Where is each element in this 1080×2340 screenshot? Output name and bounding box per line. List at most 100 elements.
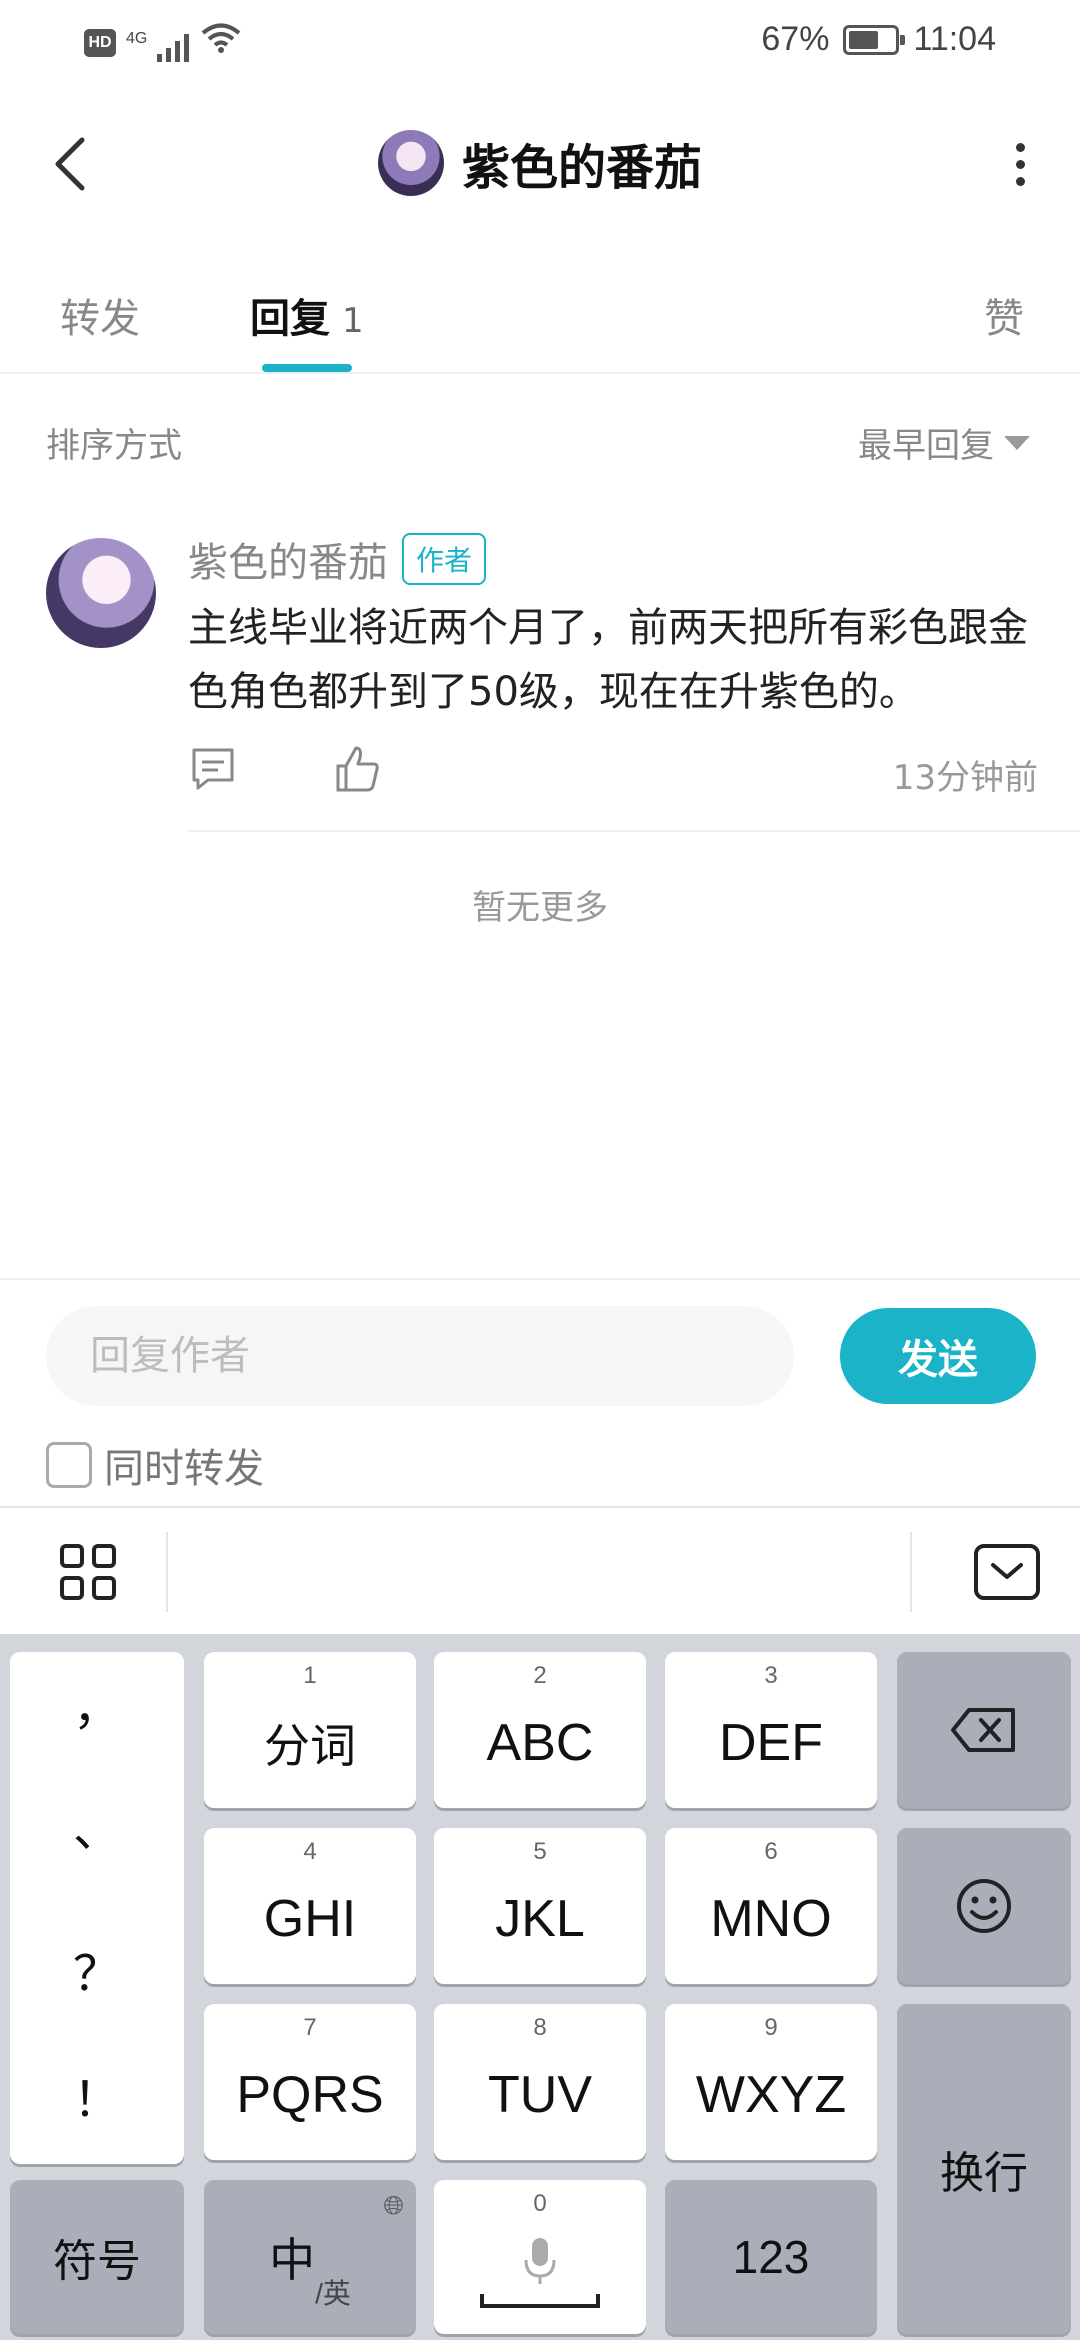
clock: 11:04 (913, 20, 996, 58)
forward-toggle[interactable]: 同时转发 (46, 1436, 264, 1494)
tab-replies[interactable]: 回复 1 (250, 286, 364, 344)
status-left: HD 4G (84, 22, 241, 63)
key-label: JKL (495, 1890, 585, 1948)
key-number: 7 (303, 2014, 317, 2041)
space-key[interactable]: 0 (434, 2180, 646, 2334)
backspace-key[interactable] (897, 1652, 1071, 1808)
page-title: 紫色的番茄 (461, 140, 702, 196)
divider (188, 830, 1080, 832)
status-bar: HD 4G 67% 11:04 (0, 0, 1080, 84)
more-dot (1015, 159, 1025, 169)
key-label: PQRS (236, 2066, 384, 2124)
like-icon[interactable] (332, 744, 382, 794)
key-number: 9 (764, 2014, 778, 2041)
caret-down-icon (1004, 435, 1030, 450)
tab-likes[interactable]: 赞 (984, 286, 1024, 344)
battery-icon (843, 24, 906, 55)
key-label: 分词 (264, 1719, 356, 1773)
status-right: 67% 11:04 (761, 20, 996, 59)
key-9[interactable]: 9 WXYZ (665, 2004, 877, 2160)
comment-text: 主线毕业将近两个月了，前两天把所有彩色跟金色角色都升到了50级，现在在升紫色的。 (188, 605, 1028, 715)
hd-icon: HD (84, 28, 116, 57)
enter-label: 换行 (940, 2148, 1028, 2199)
key-1[interactable]: 1 分词 (204, 1652, 416, 1808)
key-3[interactable]: 3 DEF (665, 1652, 877, 1808)
enter-key[interactable]: 换行 (897, 2004, 1071, 2334)
tab-count: 1 (342, 301, 364, 341)
send-button[interactable]: 发送 (840, 1308, 1036, 1404)
microphone-icon (524, 2238, 556, 2284)
key-label: ABC (486, 1714, 594, 1772)
key-6[interactable]: 6 MNO (665, 1828, 877, 1984)
language-switch-key[interactable]: 🌐︎ 中/英 (204, 2180, 416, 2334)
network-type: 4G (126, 30, 148, 47)
tab-bar: 转发 回复 1 赞 (0, 244, 1080, 374)
tab-label: 赞 (984, 296, 1024, 342)
sort-dropdown[interactable]: 最早回复 (858, 418, 1030, 467)
wifi-icon (201, 22, 241, 63)
key-8[interactable]: 8 TUV (434, 2004, 646, 2160)
key-label: TUV (488, 2066, 592, 2124)
comment-icon[interactable] (188, 744, 238, 794)
key-number: 4 (303, 1838, 317, 1865)
key-4[interactable]: 4 GHI (204, 1828, 416, 1984)
tab-forward[interactable]: 转发 (60, 286, 140, 344)
grid-cell (60, 1544, 84, 1568)
keyboard-toolbar (0, 1506, 1080, 1634)
key-number: 8 (533, 2014, 547, 2041)
numeric-key[interactable]: 123 (665, 2180, 877, 2334)
hide-keyboard-button[interactable] (974, 1544, 1040, 1600)
lang-main-label: 中 (269, 2233, 316, 2287)
tab-indicator (262, 364, 352, 372)
key-5[interactable]: 5 JKL (434, 1828, 646, 1984)
author-badge: 作者 (402, 533, 487, 585)
more-button[interactable] (1000, 134, 1040, 194)
lang-alt-label: /英 (315, 2278, 351, 2309)
signal-icon: 4G (126, 23, 191, 62)
battery-fill (849, 30, 879, 49)
key-label: MNO (710, 1890, 832, 1948)
header-title[interactable]: 紫色的番茄 (0, 128, 1080, 198)
punct-exclaim[interactable]: ！ (10, 2060, 184, 2130)
key-label: WXYZ (695, 2066, 847, 2124)
globe-icon: 🌐︎ (383, 2190, 404, 2220)
grid-cell (92, 1576, 116, 1600)
punct-pause[interactable]: 、 (10, 1790, 184, 1860)
keyboard: ， 、 ？ ！ 1 分词 2 ABC 3 DEF 4 GHI 5 JKL 6 M… (0, 1634, 1080, 2340)
emoji-key[interactable] (897, 1828, 1071, 1984)
key-7[interactable]: 7 PQRS (204, 2004, 416, 2160)
more-vertical-icon (1015, 142, 1025, 152)
chevron-down-icon (991, 1563, 1023, 1579)
sort-row: 排序方式 最早回复 (0, 374, 1080, 500)
avatar[interactable] (46, 538, 156, 648)
punctuation-column[interactable]: ， 、 ？ ！ (10, 1652, 184, 2164)
key-2[interactable]: 2 ABC (434, 1652, 646, 1808)
more-dot (1015, 176, 1025, 186)
toolbar-divider (910, 1532, 912, 1612)
comment-header: 紫色的番茄 作者 (188, 530, 487, 588)
toolbar-divider (166, 1532, 168, 1612)
grid-menu-icon[interactable] (60, 1544, 116, 1600)
key-label: DEF (719, 1714, 823, 1772)
grid-cell (60, 1576, 84, 1600)
backspace-icon (951, 1708, 1015, 1752)
sort-value: 最早回复 (858, 426, 994, 466)
key-number: 6 (764, 1838, 778, 1865)
comment-author[interactable]: 紫色的番茄 (188, 530, 388, 588)
header-avatar[interactable] (377, 130, 444, 196)
reply-input[interactable] (46, 1306, 794, 1406)
punct-question[interactable]: ？ (10, 1934, 184, 2004)
key-number: 5 (533, 1838, 547, 1865)
key-number: 2 (533, 1662, 547, 1689)
punct-comma[interactable]: ， (10, 1668, 184, 1738)
symbol-key[interactable]: 符号 (10, 2180, 184, 2334)
no-more-text: 暂无更多 (472, 888, 608, 928)
forward-checkbox[interactable] (46, 1442, 92, 1488)
grid-cell (92, 1544, 116, 1568)
key-number: 0 (533, 2190, 547, 2217)
space-bar-icon (480, 2294, 600, 2308)
symbol-label: 符号 (53, 2236, 141, 2287)
key-number: 1 (303, 1662, 317, 1689)
comment-actions: 13分钟前 (188, 744, 1038, 804)
tab-label: 回复 (250, 296, 330, 342)
